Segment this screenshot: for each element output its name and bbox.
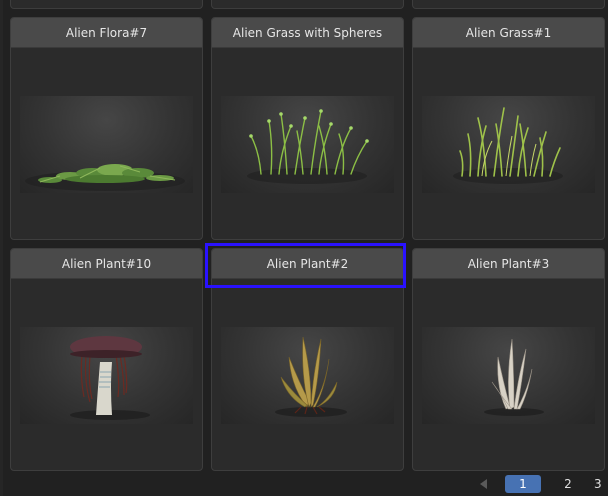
plant-3-thumbnail-image [484, 338, 544, 416]
asset-card-title[interactable]: Alien Plant#3 [413, 249, 604, 279]
pagination: 1 2 3 [470, 472, 608, 496]
page-button-1[interactable]: 1 [505, 475, 541, 493]
asset-card-alien-plant-3[interactable]: Alien Plant#3 [412, 248, 605, 471]
asset-card-title[interactable]: Alien Plant#2 [212, 249, 403, 279]
asset-thumbnail[interactable] [422, 96, 595, 193]
asset-card-title[interactable]: Alien Plant#10 [11, 249, 202, 279]
asset-thumbnail[interactable] [20, 96, 193, 193]
flora-thumbnail-image [25, 164, 185, 191]
grass-thumbnail-image [453, 107, 563, 184]
asset-card-title[interactable]: Alien Grass with Spheres [212, 18, 403, 48]
page-button-3[interactable]: 3 [594, 477, 602, 491]
previous-page-icon[interactable] [480, 479, 487, 489]
asset-thumbnail[interactable] [422, 327, 595, 424]
card-partial-above[interactable] [211, 0, 404, 9]
asset-card-alien-plant-10[interactable]: Alien Plant#10 [10, 248, 203, 471]
asset-thumbnail[interactable] [20, 327, 193, 424]
card-partial-above[interactable] [10, 0, 203, 9]
asset-thumbnail[interactable] [221, 327, 394, 424]
asset-thumbnail[interactable] [221, 96, 394, 193]
left-edge [0, 0, 3, 496]
mushroom-plant-thumbnail-image [70, 336, 150, 420]
asset-card-alien-grass-with-spheres[interactable]: Alien Grass with Spheres [211, 17, 404, 240]
asset-card-alien-grass-1[interactable]: Alien Grass#1 [412, 17, 605, 240]
plant-2-thumbnail-image [275, 336, 347, 417]
asset-card-alien-flora-7[interactable]: Alien Flora#7 [10, 17, 203, 240]
card-partial-above[interactable] [412, 0, 605, 9]
asset-card-title[interactable]: Alien Grass#1 [413, 18, 604, 48]
grass-spheres-thumbnail-image [247, 109, 369, 184]
page-button-2[interactable]: 2 [550, 475, 586, 493]
asset-card-alien-plant-2[interactable]: Alien Plant#2 [211, 248, 404, 471]
asset-card-title[interactable]: Alien Flora#7 [11, 18, 202, 48]
